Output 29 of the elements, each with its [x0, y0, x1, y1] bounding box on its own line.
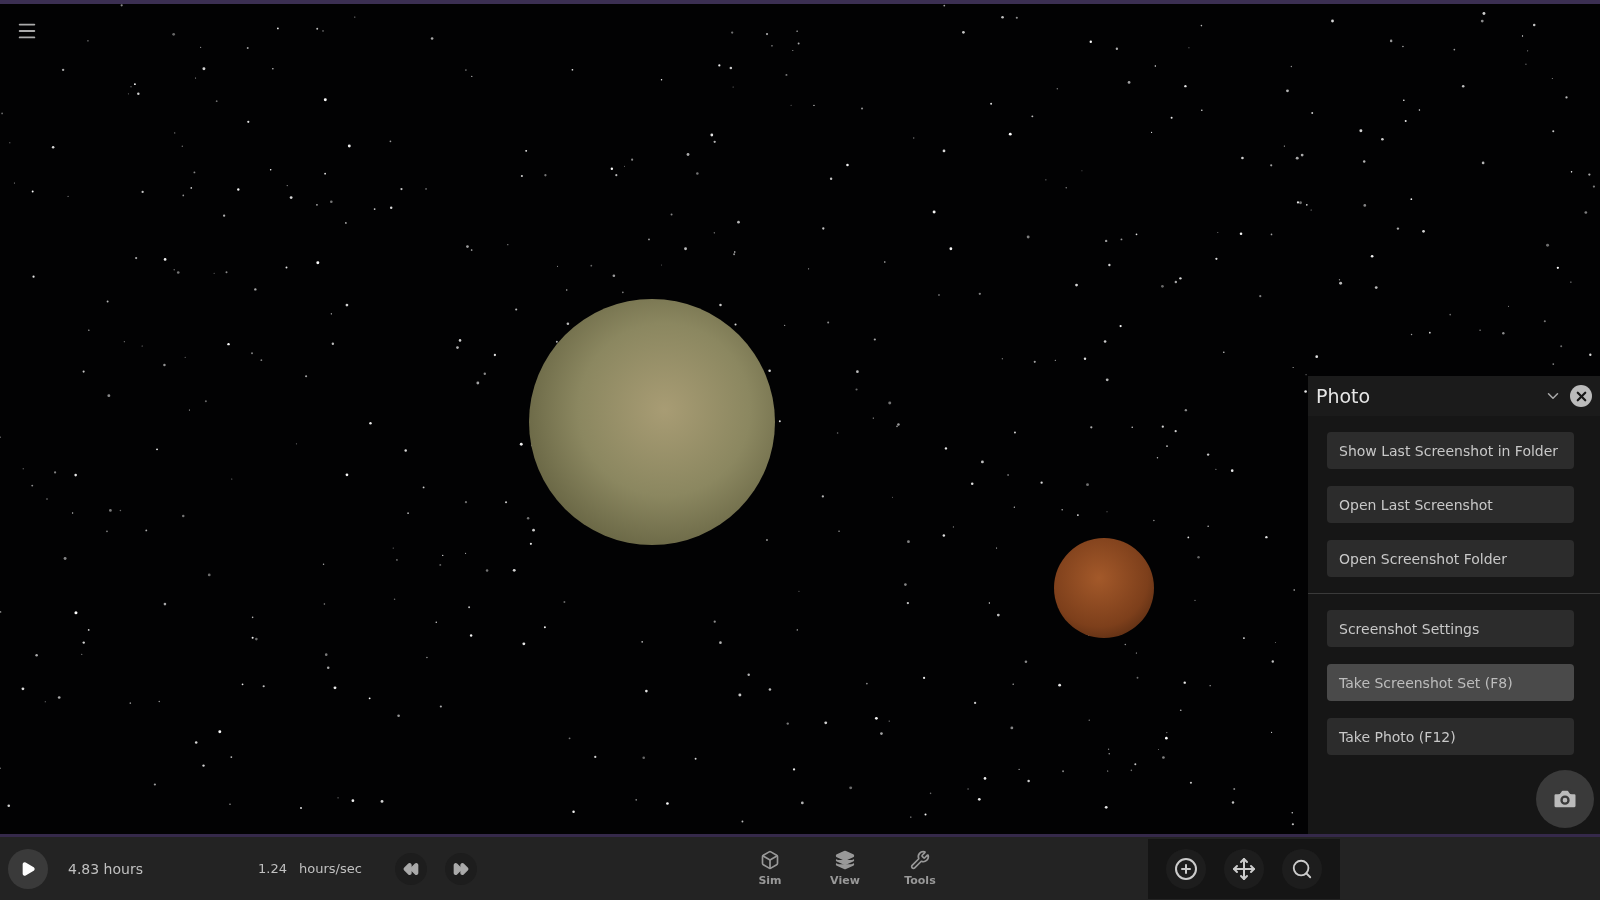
- layers-icon: [834, 850, 855, 870]
- fast-forward-icon: [452, 860, 469, 877]
- recenter-button[interactable]: [1224, 848, 1264, 889]
- nav-tab[interactable]: Sim: [739, 850, 800, 887]
- rate-value: 1.24: [258, 861, 287, 876]
- plus-circle-icon: [1174, 856, 1198, 881]
- search-icon: [1291, 857, 1313, 880]
- search-button[interactable]: [1282, 848, 1322, 889]
- play-button[interactable]: [8, 848, 48, 889]
- fast-forward-button[interactable]: [444, 852, 477, 885]
- panel-button[interactable]: Open Screenshot Folder: [1327, 540, 1574, 577]
- play-icon: [20, 860, 36, 877]
- panel-button[interactable]: Screenshot Settings: [1327, 610, 1574, 647]
- nav-tab[interactable]: Tools: [889, 850, 950, 887]
- rate-unit: hours/sec: [298, 861, 359, 876]
- panel-button[interactable]: Take Screenshot Set (F8): [1327, 664, 1574, 701]
- rewind-button[interactable]: [394, 852, 427, 885]
- rewind-icon: [402, 860, 419, 877]
- panel-button[interactable]: Open Last Screenshot: [1327, 486, 1574, 523]
- elapsed-time: 4.83 hours: [68, 860, 144, 877]
- panel-button[interactable]: Show Last Screenshot in Folder: [1327, 432, 1574, 469]
- panel-button[interactable]: Take Photo (F12): [1327, 718, 1574, 755]
- add-button[interactable]: [1166, 848, 1206, 889]
- nav-tab[interactable]: View: [814, 850, 875, 887]
- wrench-icon: [909, 850, 930, 870]
- move-icon: [1232, 856, 1256, 881]
- panel-title: Photo: [1316, 385, 1372, 407]
- cube-icon: [759, 850, 780, 870]
- close-button[interactable]: [1570, 385, 1592, 407]
